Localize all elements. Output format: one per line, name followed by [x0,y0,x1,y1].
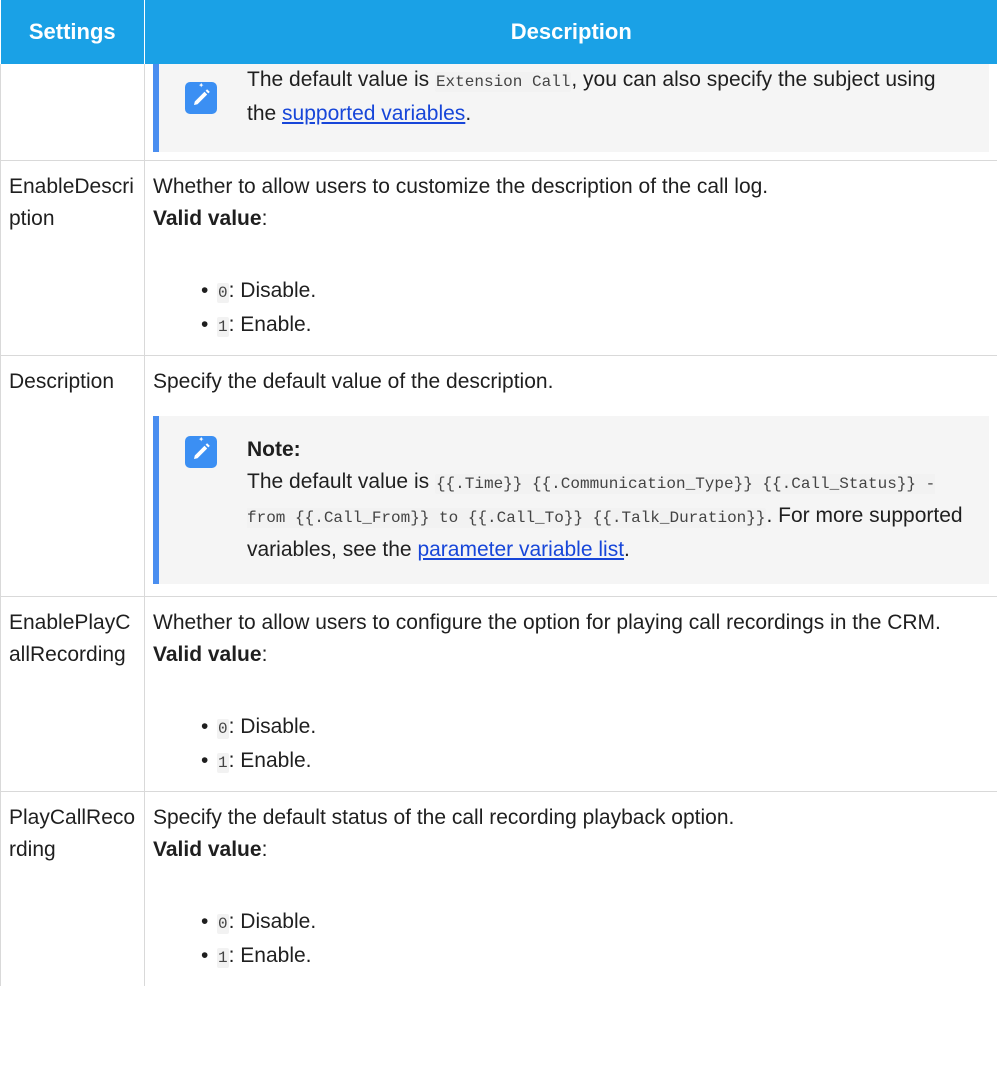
list-item: 0: Disable. [201,711,989,745]
value-code: 1 [217,317,229,337]
description-cell: Whether to allow users to customize the … [144,160,997,356]
setting-name: EnableDescription [0,160,145,356]
table-row: EnablePlayCallRecording Whether to allow… [0,596,997,792]
description-cell: The default value is Extension Call, you… [144,64,997,161]
description-text: Whether to allow users to configure the … [153,611,941,634]
description-text: Specify the default value of the descrip… [153,370,554,393]
valid-value-label: Valid value [153,838,262,861]
note-text-part: The default value is [247,470,435,493]
list-item: 0: Disable. [201,906,989,940]
note-text-part: . [465,102,472,125]
pencil-note-icon [185,82,217,114]
description-text: Specify the default status of the call r… [153,806,735,829]
header-settings: Settings [0,0,145,64]
description-cell: Whether to allow users to configure the … [144,596,997,792]
list-item: 1: Enable. [201,940,989,974]
description-text: Whether to allow users to customize the … [153,175,769,198]
note-text: The default value is Extension Call, you… [247,64,969,130]
list-item: 1: Enable. [201,745,989,779]
setting-name: PlayCallRecording [0,791,145,986]
valid-value-colon: : [261,643,268,666]
table-row: PlayCallRecording Specify the default st… [0,791,997,986]
value-code: 1 [217,753,229,773]
parameter-variable-list-link[interactable]: parameter variable list [417,538,624,561]
note-box: The default value is Extension Call, you… [153,64,989,152]
setting-cell-empty [0,64,145,161]
value-text: : Enable. [228,944,312,967]
value-code: 1 [217,948,229,968]
description-cell: Specify the default status of the call r… [144,791,997,986]
valid-value-line: Valid value: [153,639,989,671]
valid-value-label: Valid value [153,643,262,666]
table-row: The default value is Extension Call, you… [0,64,997,161]
value-code: 0 [217,283,229,303]
table-header-row: Settings Description [0,0,997,64]
note-box: Note: The default value is {{.Time}} {{.… [153,416,989,584]
valid-value-colon: : [261,207,268,230]
table-row: Description Specify the default value of… [0,355,997,597]
valid-value-line: Valid value: [153,203,989,235]
note-text-part: The default value is [247,68,435,91]
value-text: : Disable. [228,279,317,302]
header-description: Description [144,0,997,64]
note-text-part: . [624,538,630,561]
valid-value-colon: : [261,838,268,861]
valid-value-line: Valid value: [153,834,989,866]
supported-variables-link[interactable]: supported variables [282,102,465,125]
description-cell: Specify the default value of the descrip… [144,355,997,597]
value-text: : Disable. [228,910,317,933]
value-text: : Enable. [228,749,312,772]
setting-name: EnablePlayCallRecording [0,596,145,792]
list-item: 1: Enable. [201,309,989,343]
valid-value-list: 0: Disable. 1: Enable. [153,906,989,974]
list-item: 0: Disable. [201,275,989,309]
valid-value-list: 0: Disable. 1: Enable. [153,711,989,779]
setting-name: Description [0,355,145,597]
note-text: The default value is {{.Time}} {{.Commun… [247,466,969,566]
settings-table: Settings Description The default value i… [0,0,997,986]
note-code: Extension Call [434,72,572,92]
note-title: Note: [247,438,301,461]
table-row: EnableDescription Whether to allow users… [0,160,997,356]
value-code: 0 [217,914,229,934]
valid-value-label: Valid value [153,207,262,230]
value-code: 0 [217,719,229,739]
pencil-note-icon [185,436,217,468]
valid-value-list: 0: Disable. 1: Enable. [153,275,989,343]
value-text: : Disable. [228,715,317,738]
value-text: : Enable. [228,313,312,336]
